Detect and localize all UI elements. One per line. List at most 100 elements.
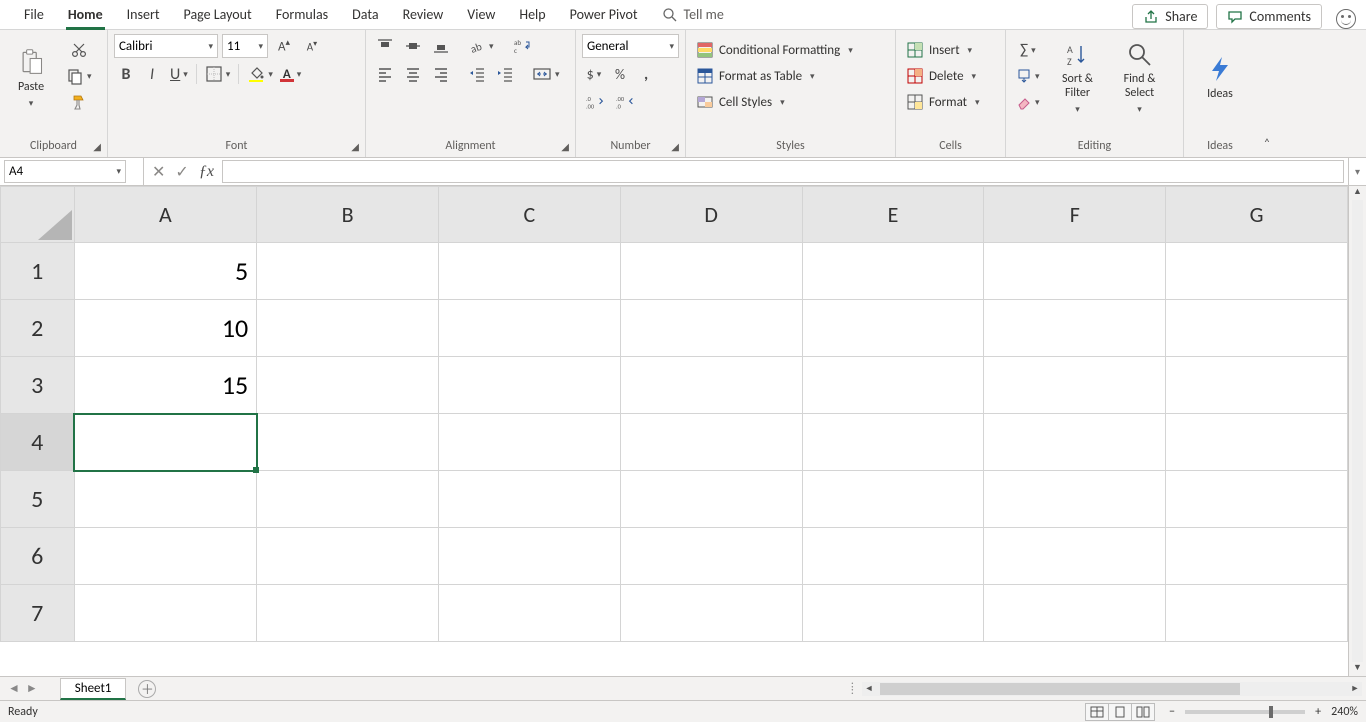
decrease-indent-button[interactable] [464,62,490,86]
dialog-launcher-icon[interactable]: ◢ [93,140,101,153]
scroll-up-arrow-icon[interactable]: ▲ [1349,186,1366,200]
sheet-table[interactable]: A B C D E F G 15 210 315 4 5 6 7 [0,186,1348,642]
col-header-D[interactable]: D [620,187,802,243]
cell-G4[interactable] [1166,414,1348,471]
cell-E5[interactable] [802,471,984,528]
cell-B4[interactable] [257,414,439,471]
decrease-font-button[interactable]: A▾ [300,34,324,58]
page-layout-view-button[interactable] [1108,703,1132,721]
expand-formula-bar-button[interactable]: ▾ [1348,158,1366,185]
wrap-text-button[interactable]: abc [508,34,536,58]
format-painter-button[interactable] [62,90,96,114]
underline-button[interactable]: U▾ [166,62,192,86]
cell-C3[interactable] [438,357,620,414]
sheet-tab-sheet1[interactable]: Sheet1 [60,678,127,700]
borders-button[interactable]: ▾ [201,62,235,86]
col-header-G[interactable]: G [1166,187,1348,243]
prev-sheet-button[interactable]: ◄ [8,681,20,696]
next-sheet-button[interactable]: ► [26,681,38,696]
tab-file[interactable]: File [12,0,56,29]
cell-A1[interactable]: 5 [74,243,257,300]
scroll-down-arrow-icon[interactable]: ▼ [1349,662,1366,676]
cell-C6[interactable] [438,528,620,585]
tab-review[interactable]: Review [391,0,456,29]
row-header-4[interactable]: 4 [1,414,75,471]
cell-B7[interactable] [257,585,439,642]
cell-E6[interactable] [802,528,984,585]
col-header-E[interactable]: E [802,187,984,243]
zoom-in-button[interactable]: + [1311,705,1325,719]
decrease-decimal-button[interactable]: .00.0 [612,90,640,114]
cell-C2[interactable] [438,300,620,357]
cell-G3[interactable] [1166,357,1348,414]
feedback-smiley-icon[interactable] [1336,9,1356,29]
tab-split-handle[interactable]: ⁞ [851,682,854,696]
align-left-button[interactable] [372,62,398,86]
increase-font-button[interactable]: A▴ [272,34,296,58]
cell-F6[interactable] [984,528,1166,585]
cell-A2[interactable]: 10 [74,300,257,357]
formula-input[interactable] [222,160,1344,183]
zoom-slider[interactable] [1185,710,1305,714]
cell-A3[interactable]: 15 [74,357,257,414]
row-header-7[interactable]: 7 [1,585,75,642]
fill-button[interactable]: ▾ [1012,64,1044,88]
comments-button[interactable]: Comments [1216,4,1322,29]
cell-C7[interactable] [438,585,620,642]
new-sheet-button[interactable]: ＋ [138,680,156,698]
row-header-6[interactable]: 6 [1,528,75,585]
dialog-launcher-icon[interactable]: ◢ [561,140,569,153]
autosum-button[interactable]: ∑▾ [1012,38,1044,62]
cell-A4[interactable] [74,414,257,471]
cell-G1[interactable] [1166,243,1348,300]
cell-A5[interactable] [74,471,257,528]
col-header-A[interactable]: A [74,187,257,243]
tab-home[interactable]: Home [56,0,115,29]
cell-D4[interactable] [620,414,802,471]
paste-button[interactable]: Paste ▾ [6,34,56,122]
cell-B2[interactable] [257,300,439,357]
cell-A7[interactable] [74,585,257,642]
font-name-select[interactable]: Calibri▾ [114,34,218,58]
row-header-5[interactable]: 5 [1,471,75,528]
cell-E7[interactable] [802,585,984,642]
cell-E2[interactable] [802,300,984,357]
align-right-button[interactable] [428,62,454,86]
select-all-corner[interactable] [1,187,75,243]
cut-button[interactable] [62,38,96,62]
tab-power-pivot[interactable]: Power Pivot [558,0,650,29]
cell-F4[interactable] [984,414,1166,471]
tell-me[interactable]: Tell me [650,0,736,29]
row-header-1[interactable]: 1 [1,243,75,300]
tab-formulas[interactable]: Formulas [264,0,340,29]
align-top-button[interactable] [372,34,398,58]
percent-format-button[interactable]: % [608,62,632,86]
increase-decimal-button[interactable]: .0.00 [582,90,610,114]
clear-button[interactable]: ▾ [1012,90,1044,114]
bold-button[interactable]: B [114,62,138,86]
cell-E3[interactable] [802,357,984,414]
cell-G7[interactable] [1166,585,1348,642]
tab-help[interactable]: Help [507,0,557,29]
scroll-track[interactable] [1352,200,1363,662]
zoom-out-button[interactable]: − [1165,705,1179,719]
cell-G5[interactable] [1166,471,1348,528]
scroll-thumb[interactable] [880,683,1240,695]
align-bottom-button[interactable] [428,34,454,58]
page-break-view-button[interactable] [1131,703,1155,721]
comma-format-button[interactable]: , [634,62,658,86]
name-box[interactable]: A4▾ [4,160,126,183]
cell-B3[interactable] [257,357,439,414]
insert-function-button[interactable]: ƒx [199,163,214,181]
tab-view[interactable]: View [455,0,507,29]
format-cells-button[interactable]: Format▾ [902,90,984,114]
zoom-value[interactable]: 240% [1331,705,1358,719]
orientation-button[interactable]: ab▾ [464,34,498,58]
col-header-B[interactable]: B [257,187,439,243]
tab-data[interactable]: Data [340,0,390,29]
cell-B1[interactable] [257,243,439,300]
format-as-table-button[interactable]: Format as Table▾ [692,64,819,88]
sort-filter-button[interactable]: AZ Sort & Filter▾ [1050,34,1106,122]
cell-D6[interactable] [620,528,802,585]
delete-cells-button[interactable]: Delete▾ [902,64,980,88]
